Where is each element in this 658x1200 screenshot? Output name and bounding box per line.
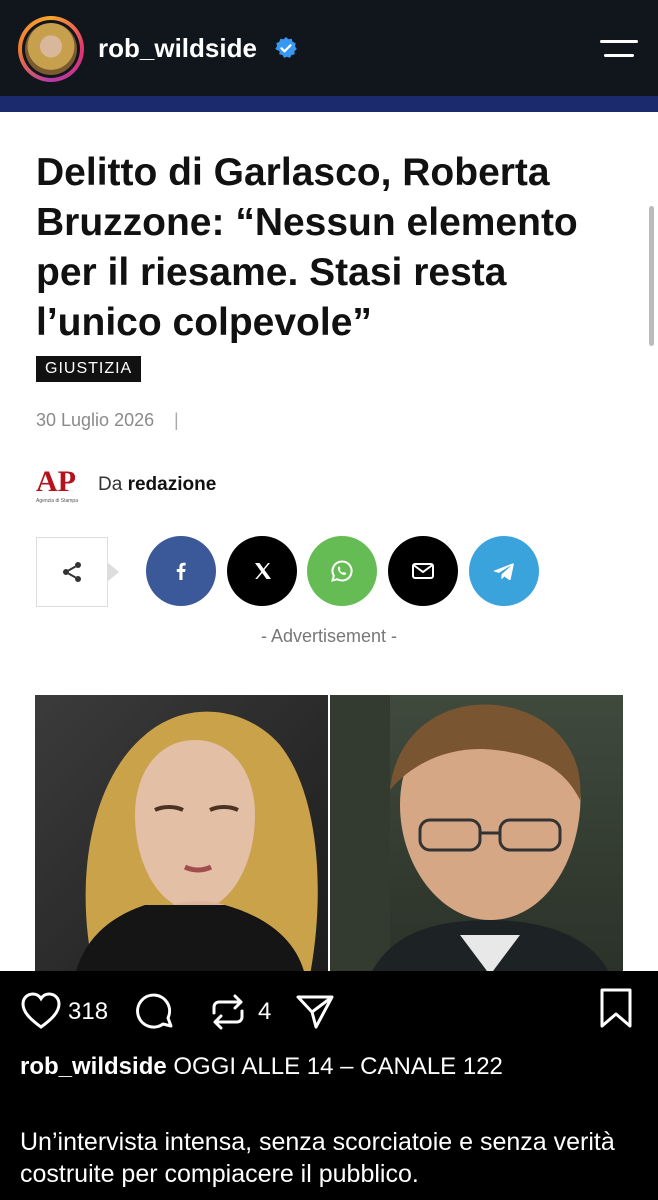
username[interactable]: rob_wildside [98,33,257,64]
publisher-logo-subtitle: Agenzia di Stampa [36,498,78,504]
publisher-logo: AP Agenzia di Stampa [36,465,86,505]
scrollbar[interactable] [649,206,654,346]
whatsapp-icon [331,560,353,582]
share-button[interactable] [36,537,119,607]
publisher-logo-text: AP [36,465,76,498]
share-x-button[interactable] [227,536,297,606]
repost-count: 4 [258,998,272,1025]
share-facebook-button[interactable] [146,536,216,606]
bookmark-icon[interactable] [598,987,634,1029]
site-nav-strip [0,96,658,112]
post-body-text: Un’intervista intensa, senza scorciatoie… [20,1128,615,1188]
date-separator: | [174,410,179,430]
like-count: 318 [68,998,109,1025]
article-card: Delitto di Garlasco, Roberta Bruzzone: “… [0,96,658,971]
caption-username[interactable]: rob_wildside [20,1053,167,1080]
advertisement-label: - Advertisement - [260,626,398,646]
share-icon [63,562,81,582]
photo-right-panel [330,695,623,971]
avatar-image [25,23,77,75]
verified-badge-icon [275,37,297,58]
byline-author[interactable]: redazione [128,474,217,495]
telegram-icon [493,563,514,581]
send-icon[interactable] [294,991,336,1033]
x-icon [255,563,271,579]
post-caption: rob_wildside OGGI ALLE 14 – CANALE 122 [20,1053,503,1081]
heart-icon[interactable] [20,991,62,1031]
photo-left-panel [35,695,328,971]
share-whatsapp-button[interactable] [307,536,377,606]
category-badge[interactable]: GIUSTIZIA [36,356,142,382]
comment-icon[interactable] [134,991,176,1033]
repost-icon[interactable] [208,991,248,1033]
article-date: 30 Luglio 2026 [36,410,155,430]
share-email-button[interactable] [388,536,458,606]
caption-text: OGGI ALLE 14 – CANALE 122 [173,1053,503,1080]
article-headline: Delitto di Garlasco, Roberta Bruzzone: “… [36,151,578,344]
byline: Da redazione [98,474,216,496]
article-photo [35,695,623,971]
menu-icon[interactable] [600,38,640,62]
post-footer: 318 4 rob_wildside OGGI ALLE 14 – CANALE… [0,971,658,1200]
share-telegram-button[interactable] [469,536,539,606]
byline-prefix: Da [98,474,123,495]
post-actions: 318 4 [0,971,658,1051]
profile-header: rob_wildside [0,0,658,96]
email-icon [412,563,434,579]
facebook-icon [176,562,186,580]
avatar[interactable] [18,16,84,82]
